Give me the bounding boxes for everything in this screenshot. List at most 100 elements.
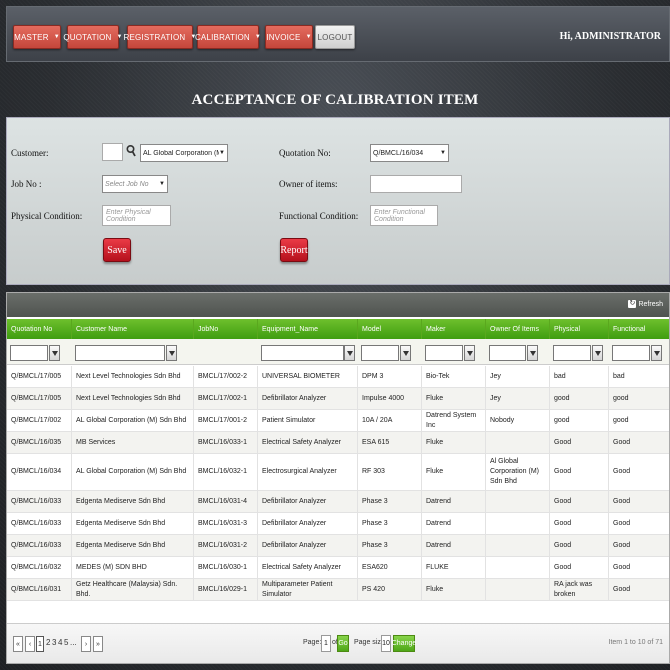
filter-input-equipment-name[interactable] [261, 345, 344, 361]
column-header-physical[interactable]: Physical [549, 319, 608, 339]
cell-quotation-no: Q/BMCL/16/032 [11, 563, 62, 571]
job-no-label: Job No : [11, 179, 42, 189]
cell-equipment-name: Electrical Safety Analyzer [257, 432, 357, 453]
nav-registration-button[interactable]: REGISTRATION ▼ [124, 25, 196, 49]
filter-physical-button[interactable] [592, 345, 603, 361]
cell-customer-name: Edgenta Mediserve Sdn Bhd [71, 491, 193, 512]
cell-physical: good [549, 388, 608, 409]
filter-customer-name-button[interactable] [166, 345, 177, 361]
filter-input-customer-name[interactable] [75, 345, 165, 361]
table-row[interactable]: Q/BMCL/17/005 Next Level Technologies Sdn… [7, 366, 669, 388]
filter-owner-of-items-button[interactable] [527, 345, 538, 361]
filter-input-model[interactable] [361, 345, 399, 361]
customer-code-input[interactable] [102, 143, 123, 161]
cell-physical: Good [549, 513, 608, 534]
cell-owner-of-items: Jey [485, 366, 549, 387]
table-row[interactable]: Q/BMCL/16/033 Edgenta Mediserve Sdn Bhd BM… [7, 491, 669, 513]
cell-customer-name: Getz Healthcare (Malaysia) Sdn. Bhd. [71, 579, 193, 600]
table-row[interactable]: Q/BMCL/16/031 Getz Healthcare (Malaysia) … [7, 579, 669, 601]
table-row[interactable]: Q/BMCL/17/005 Next Level Technologies Sdn… [7, 388, 669, 410]
prev-page-button[interactable]: ‹ [25, 636, 35, 652]
column-header-functional[interactable]: Functional [608, 319, 670, 339]
filter-equipment-name-button[interactable] [344, 345, 355, 361]
physical-condition-label: Physical Condition: [11, 211, 83, 221]
filter-quotation-no-button[interactable] [49, 345, 60, 361]
cell-physical: good [549, 410, 608, 431]
owner-of-items-input[interactable] [370, 175, 462, 193]
cell-customer-name: Next Level Technologies Sdn Bhd [71, 388, 193, 409]
filter-input-owner-of-items[interactable] [489, 345, 526, 361]
cell-maker: Datrend [421, 491, 485, 512]
column-header-owner-of-items[interactable]: Owner Of Items [485, 319, 549, 339]
page-number[interactable]: 5 [64, 638, 68, 647]
cell-quotation-no: Q/BMCL/16/034 [11, 468, 62, 475]
page-number-current[interactable]: 1 [36, 636, 44, 652]
customer-select[interactable]: AL Global Corporation (M) Sdn Bhd▼ [140, 144, 228, 162]
column-header-quotation-no[interactable]: Quotation No [7, 319, 71, 339]
cell-physical: Good [549, 432, 608, 453]
filter-input-functional[interactable] [612, 345, 650, 361]
filter-maker-button[interactable] [464, 345, 475, 361]
column-header-maker[interactable]: Maker [421, 319, 485, 339]
dropdown-caret-icon: ▼ [440, 150, 446, 156]
physical-condition-input[interactable]: Enter Physical Condition [102, 205, 171, 226]
filter-model-button[interactable] [400, 345, 411, 361]
refresh-button[interactable]: ↻ Refresh [628, 300, 663, 308]
page-number[interactable]: 4 [58, 638, 62, 647]
dropdown-caret-icon: ▼ [219, 150, 225, 156]
cell-owner-of-items [485, 491, 549, 512]
table-row[interactable]: Q/BMCL/16/033 Edgenta Mediserve Sdn Bhd BM… [7, 513, 669, 535]
cell-model: ESA 615 [357, 432, 421, 453]
column-header-job-no[interactable]: JobNo [193, 319, 257, 339]
table-row[interactable]: Q/BMCL/16/034 AL Global Corporation (M) S… [7, 454, 669, 491]
nav-quotation-button[interactable]: QUOTATION ▼ [63, 25, 122, 49]
column-header-model[interactable]: Model [357, 319, 421, 339]
cell-customer-name: Edgenta Mediserve Sdn Bhd [71, 513, 193, 534]
cell-model: RF 303 [357, 454, 421, 490]
cell-physical: Good [549, 535, 608, 556]
go-button[interactable]: Go [337, 635, 349, 652]
report-button[interactable]: Report [280, 238, 308, 262]
save-button[interactable]: Save [103, 238, 131, 262]
next-page-button[interactable]: › [81, 636, 91, 652]
cell-maker: Fluke [421, 579, 485, 600]
nav-invoice-button[interactable]: INVOICE ▼ [265, 25, 313, 49]
cell-customer-name: AL Global Corporation (M) Sdn Bhd [71, 454, 193, 490]
job-no-select[interactable]: Select Job No ▼ [102, 175, 168, 193]
page-number[interactable]: 2 [46, 638, 50, 647]
last-page-button[interactable]: » [93, 636, 103, 652]
filter-functional-button[interactable] [651, 345, 662, 361]
cell-model: PS 420 [357, 579, 421, 600]
filter-input-physical[interactable] [553, 345, 591, 361]
first-page-button[interactable]: « [13, 636, 23, 652]
dropdown-caret-icon: ▼ [305, 34, 312, 40]
column-header-equipment-name[interactable]: Equipment_Name [257, 319, 357, 339]
functional-condition-label: Functional Condition: [279, 211, 359, 221]
table-row[interactable]: Q/BMCL/16/033 Edgenta Mediserve Sdn Bhd BM… [7, 535, 669, 557]
search-icon[interactable] [126, 144, 136, 158]
page-number[interactable]: 3 [52, 638, 56, 647]
cell-quotation-no: Q/BMCL/16/033 [11, 519, 62, 527]
grid-pager: « ‹ 1 2 3 4 5 ... › » Page: 1 of 8 Go Pa… [7, 623, 669, 663]
logout-button[interactable]: LOGOUT [315, 25, 355, 49]
cell-model: Impulse 4000 [357, 388, 421, 409]
nav-master-button[interactable]: MASTER ▼ [13, 25, 61, 49]
table-row[interactable]: Q/BMCL/16/035 MB Services BMCL/16/033-1 Ele… [7, 432, 669, 454]
change-button[interactable]: Change [392, 635, 416, 652]
page-ellipsis[interactable]: ... [70, 638, 77, 647]
filter-icon [168, 350, 175, 356]
calibration-items-grid: ↻ Refresh Quotation No Customer Name Job… [6, 292, 670, 664]
quotation-no-select[interactable]: Q/BMCL/16/034 ▼ [370, 144, 449, 162]
page-input[interactable]: 1 [321, 635, 331, 652]
table-row[interactable]: Q/BMCL/17/002 AL Global Corporation (M) S… [7, 410, 669, 432]
filter-input-maker[interactable] [425, 345, 463, 361]
table-row[interactable]: Q/BMCL/16/032 MEDES (M) SDN BHD BMCL/16/03… [7, 557, 669, 579]
nav-calibration-button[interactable]: CALIBRATION ▼ [195, 25, 261, 49]
functional-condition-input[interactable]: Enter Functional Condition [370, 205, 438, 226]
column-header-customer-name[interactable]: Customer Name [71, 319, 193, 339]
page-size-input[interactable]: 10 [381, 635, 391, 652]
cell-physical: Good [549, 454, 608, 490]
filter-input-quotation-no[interactable] [10, 345, 48, 361]
page-label: Page: [303, 639, 322, 646]
dropdown-caret-icon: ▼ [53, 34, 60, 40]
